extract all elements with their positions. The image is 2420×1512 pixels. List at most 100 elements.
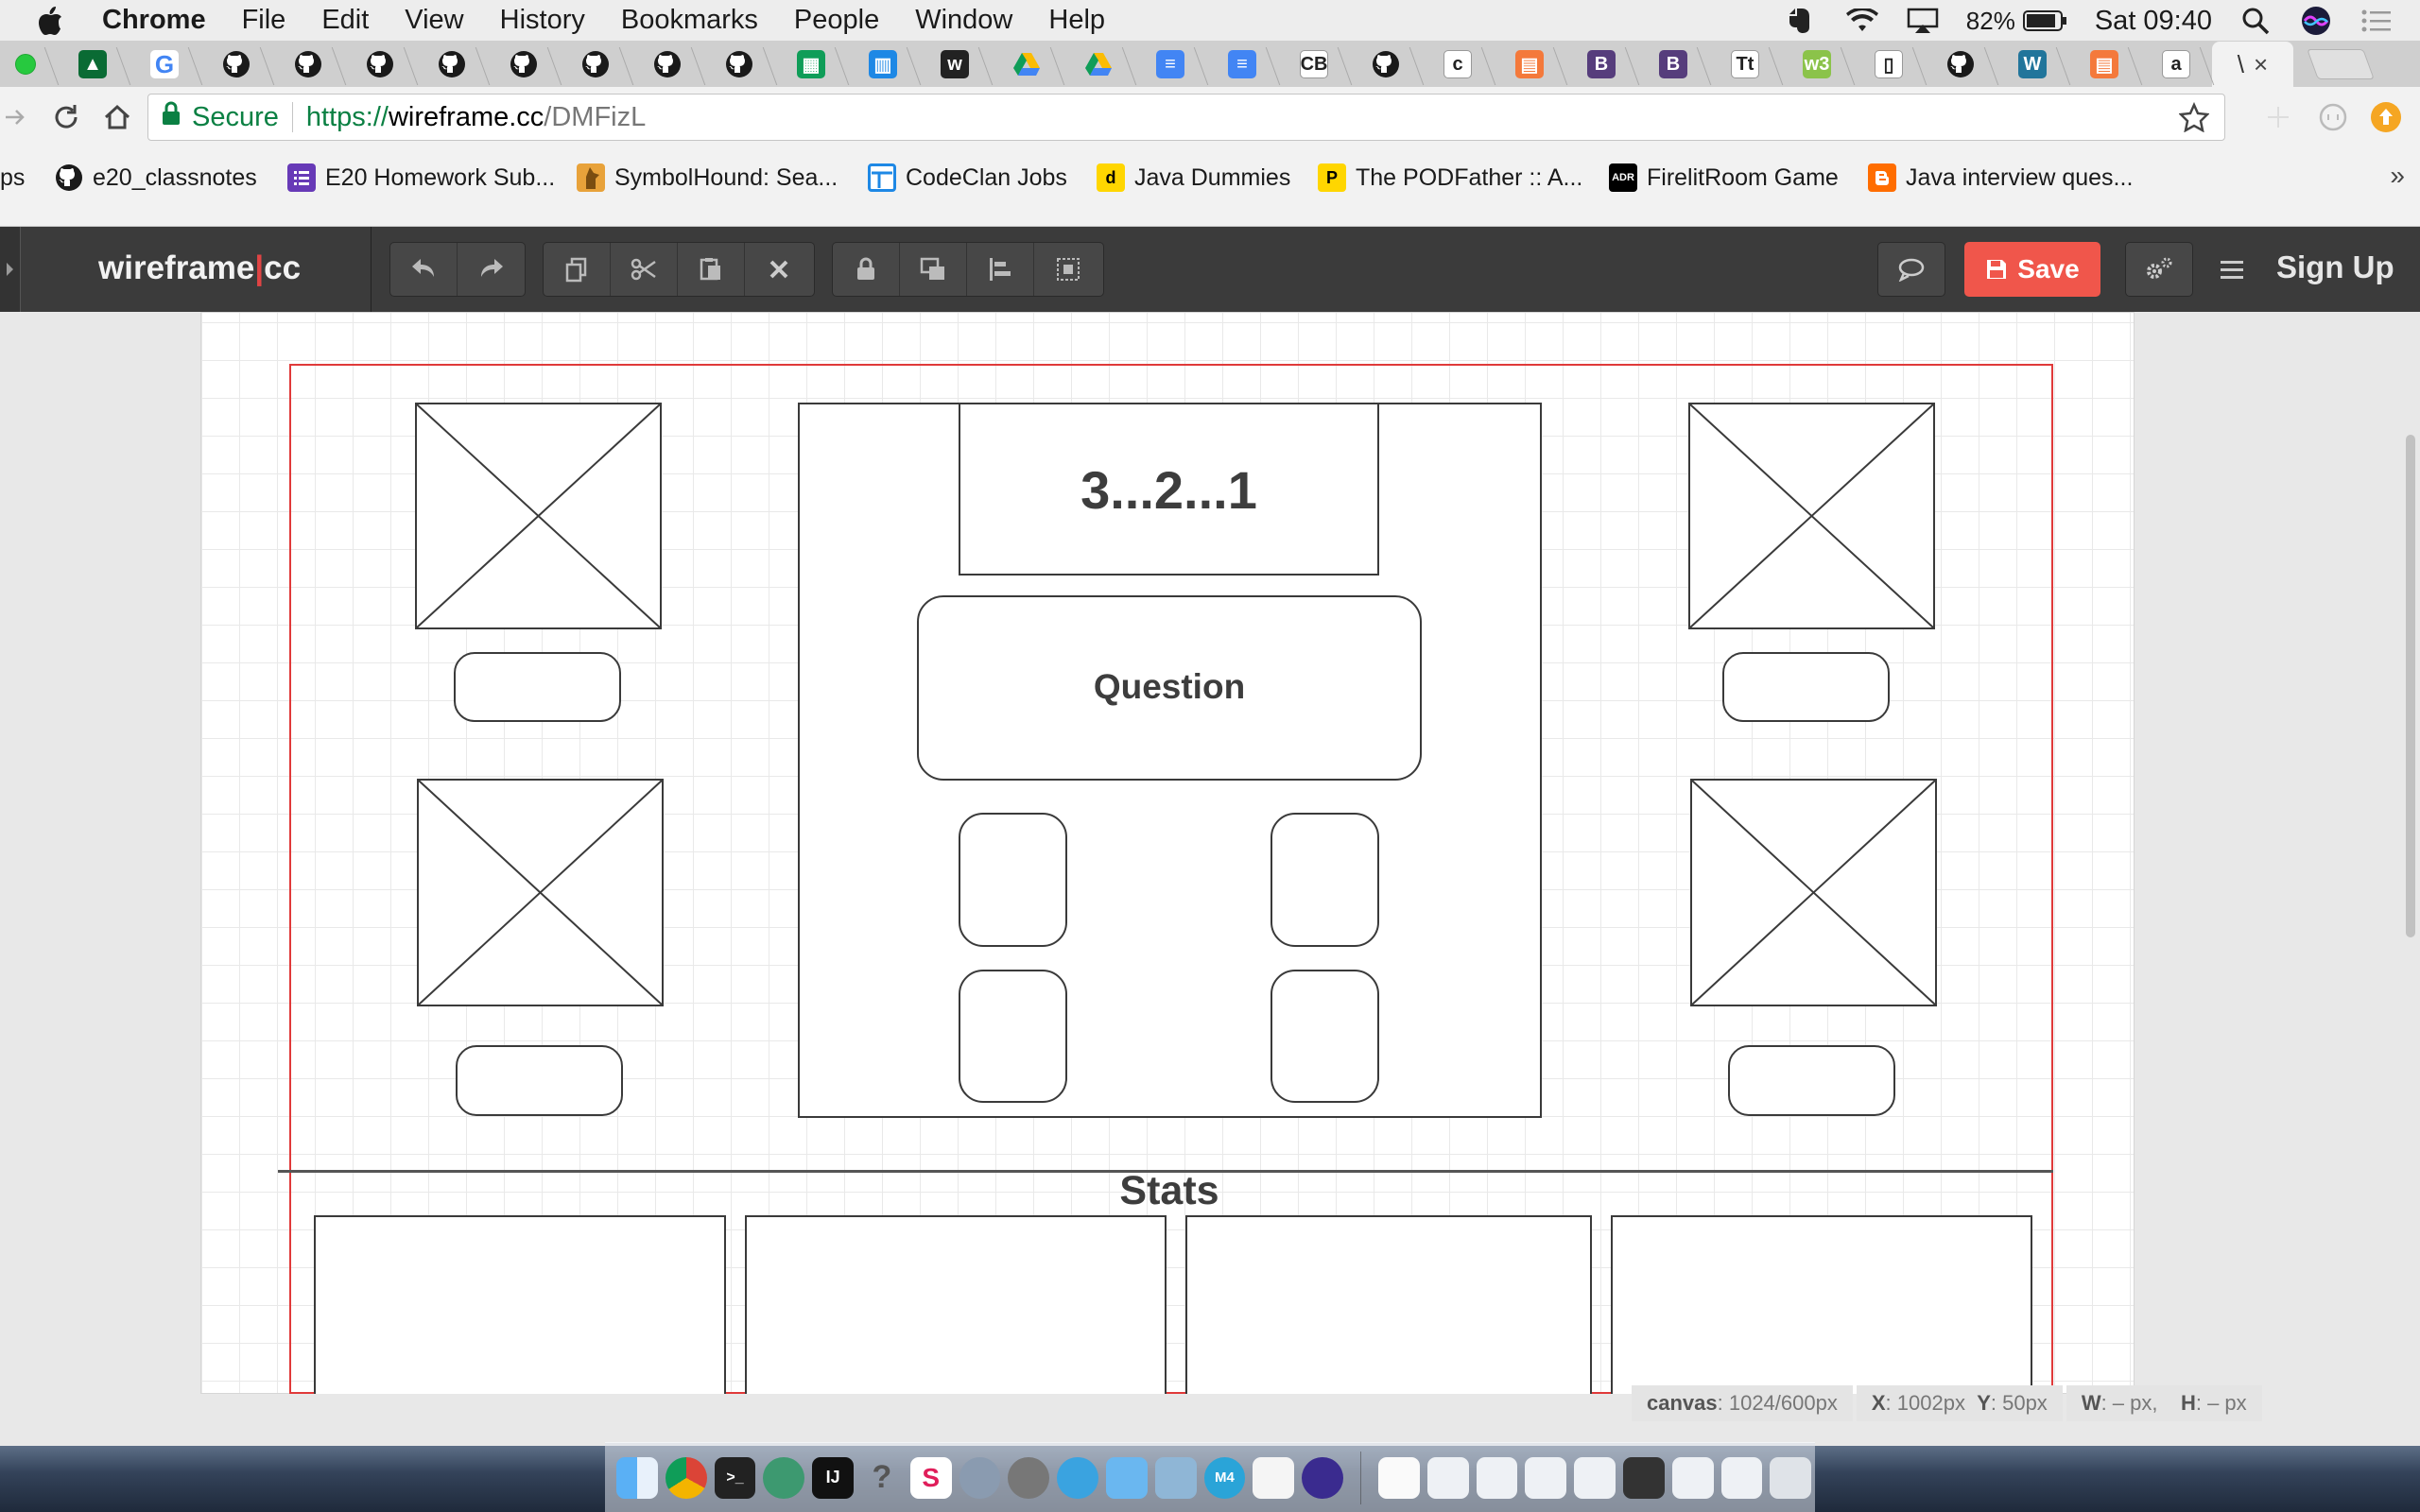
image-placeholder-bottom-left[interactable] [417,779,664,1006]
evernote-icon[interactable] [1785,6,1819,36]
bookmark-java-dummies[interactable]: d Java Dummies [1097,157,1290,198]
battery-icon[interactable] [2022,6,2068,36]
preview-icon[interactable] [1154,1456,1197,1499]
tab-close-icon[interactable]: × [2254,50,2268,79]
stats-panel-2[interactable] [745,1215,1167,1394]
menu-help[interactable]: Help [1048,5,1105,36]
bookmark-codeclan-jobs[interactable]: CodeClan Jobs [868,157,1067,198]
vertical-scrollbar[interactable] [2406,435,2415,937]
home-icon[interactable] [96,96,138,138]
stats-panel-1[interactable] [314,1215,726,1394]
window-thumb-3-icon[interactable] [1525,1456,1567,1499]
help-question-icon[interactable]: ? [861,1457,903,1499]
menu-window[interactable]: Window [915,5,1012,36]
lock-icon[interactable] [833,243,900,296]
bookmark-apps[interactable]: ps [0,157,25,198]
answer-option-2[interactable] [1270,813,1379,947]
redo-icon[interactable] [458,243,525,296]
save-button[interactable]: Save [1964,242,2100,297]
answer-button-bottom-left[interactable] [456,1045,623,1116]
intellij-icon[interactable]: IJ [812,1456,854,1499]
copy-icon[interactable] [544,243,611,296]
window-thumb-1-icon[interactable] [1426,1456,1469,1499]
night-app-icon[interactable] [1302,1456,1343,1499]
tab-active[interactable]: \ × [2212,42,2293,87]
bookmark-java-interview[interactable]: Java interview ques... [1868,157,2133,198]
launchpad-rocket-icon[interactable] [959,1456,1001,1499]
sidebar-toggle-arrow-icon[interactable] [0,227,21,312]
answer-option-1[interactable] [959,813,1067,947]
terminal-icon[interactable]: >_ [714,1456,756,1499]
airplay-icon[interactable] [1906,6,1940,36]
list-icon [287,163,316,192]
delete-x-icon[interactable] [745,243,812,296]
menu-edit[interactable]: Edit [321,5,369,36]
menu-view[interactable]: View [405,5,463,36]
answer-button-bottom-right[interactable] [1728,1045,1895,1116]
bookmark-firelitroom[interactable]: ADR FirelitRoom Game [1609,157,1839,198]
answer-option-4[interactable] [1270,970,1379,1103]
wifi-icon[interactable] [1845,6,1879,36]
hamburger-menu-icon[interactable] [2212,249,2252,289]
stats-panel-3[interactable] [1185,1215,1592,1394]
undo-icon[interactable] [390,243,458,296]
bring-to-front-icon[interactable] [900,243,967,296]
menu-file[interactable]: File [242,5,286,36]
secure-lock-icon[interactable] [162,101,181,133]
bookmark-symbolhound[interactable]: SymbolHound: Sea... [577,157,838,198]
document-icon[interactable] [1377,1456,1420,1499]
window-thumb-4-icon[interactable] [1574,1456,1616,1499]
sign-up-link[interactable]: Sign Up [2276,249,2394,285]
new-tab-button[interactable] [2307,49,2375,79]
menu-history[interactable]: History [500,5,585,36]
trash-icon[interactable] [1770,1456,1812,1499]
cut-scissors-icon[interactable] [611,243,678,296]
address-bar[interactable]: Secure https:// wireframe.cc /DMFizL [147,94,2225,141]
menu-people[interactable]: People [794,5,879,36]
bookmark-e20-classnotes[interactable]: e20_classnotes [55,157,257,198]
spotlight-search-icon[interactable] [2238,6,2273,36]
menu-app-name[interactable]: Chrome [102,5,206,36]
bookmark-e20-homework[interactable]: E20 Homework Sub... [287,157,555,198]
extension-puzzle-icon[interactable] [2261,100,2295,134]
window-thumb-5-icon[interactable] [1622,1456,1665,1499]
image-placeholder-top-right[interactable] [1688,403,1935,629]
bookmarks-overflow-icon[interactable]: » [2390,161,2405,191]
slack-icon[interactable]: S [909,1456,952,1499]
answer-button-top-left[interactable] [454,652,621,722]
app-logo[interactable]: wireframe|cc [98,249,301,287]
update-arrow-icon[interactable] [2369,100,2403,134]
bookmark-star-icon[interactable] [2178,101,2210,140]
chrome-icon[interactable] [665,1456,707,1499]
answer-option-3[interactable] [959,970,1067,1103]
window-thumb-7-icon[interactable] [1720,1456,1763,1499]
notification-center-icon[interactable] [2360,6,2394,36]
paste-icon[interactable] [678,243,745,296]
reload-icon[interactable] [45,96,87,138]
group-select-icon[interactable] [1034,243,1101,296]
settings-gears-icon[interactable] [2125,242,2193,297]
extension-circle-icon[interactable] [2316,100,2350,134]
menu-bookmarks[interactable]: Bookmarks [621,5,758,36]
window-thumb-6-icon[interactable] [1671,1456,1714,1499]
atom-icon[interactable] [763,1456,805,1499]
folder-icon[interactable] [1105,1456,1148,1499]
evernote-dock-icon[interactable] [1057,1456,1098,1499]
system-preferences-icon[interactable] [1008,1456,1050,1499]
answer-button-top-right[interactable] [1722,652,1890,722]
finder-icon[interactable] [616,1456,658,1499]
siri-icon[interactable] [2299,6,2333,36]
notes-icon[interactable] [1253,1456,1295,1499]
apple-menu-icon[interactable] [36,2,70,40]
window-thumb-2-icon[interactable] [1476,1456,1518,1499]
forward-arrow-icon[interactable] [0,96,36,138]
image-placeholder-bottom-right[interactable] [1690,779,1937,1006]
m4-icon[interactable]: M4 [1203,1456,1246,1499]
comment-bubble-icon[interactable] [1877,242,1945,297]
clock[interactable]: Sat 09:40 [2095,6,2212,37]
stats-panel-4[interactable] [1611,1215,2032,1394]
window-zoom-button[interactable] [15,54,36,75]
image-placeholder-top-left[interactable] [415,403,662,629]
align-left-icon[interactable] [967,243,1034,296]
bookmark-podfather[interactable]: P The PODFather :: A... [1318,157,1582,198]
